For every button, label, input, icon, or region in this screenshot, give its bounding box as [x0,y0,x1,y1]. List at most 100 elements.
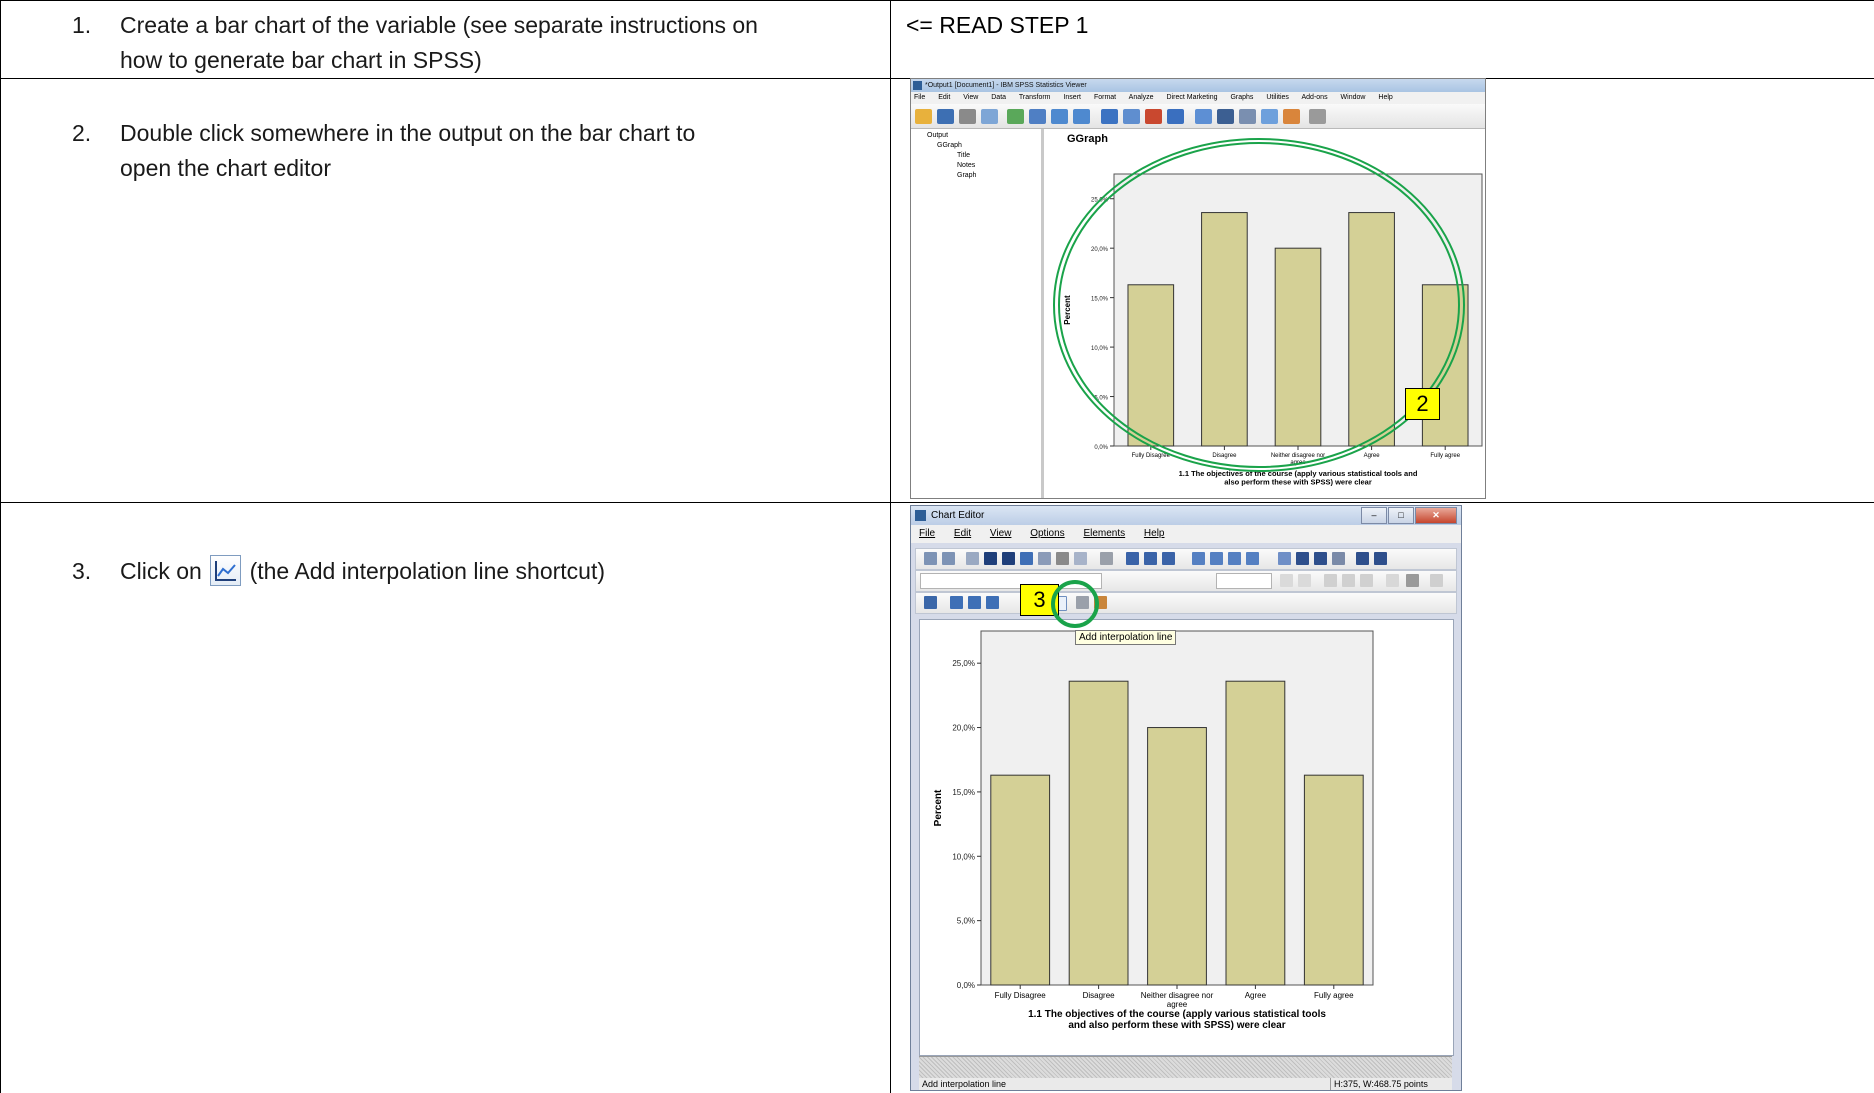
reference-line-eq-icon[interactable] [1162,552,1175,565]
redo-icon[interactable] [942,552,955,565]
menu-item[interactable]: Help [1378,94,1392,101]
menu-item[interactable]: Data [991,94,1006,101]
chart-editor-icon [915,510,926,521]
show-icon[interactable] [1261,109,1278,124]
menu-item[interactable]: Help [1144,528,1165,539]
menu-item[interactable]: Edit [938,94,950,101]
select-icon[interactable] [1038,552,1051,565]
editor-toolbar-3 [915,592,1457,614]
menu-item[interactable]: Format [1094,94,1116,101]
bar-label-icon[interactable] [1356,552,1369,565]
tree-item[interactable]: GGraph [937,142,962,149]
goto-data-icon[interactable] [1101,109,1118,124]
open-icon[interactable] [915,109,932,124]
menu-item[interactable]: Window [1341,94,1366,101]
menu-item[interactable]: Options [1030,528,1064,539]
data-table-icon[interactable] [924,596,937,609]
tree-item[interactable]: Graph [957,172,976,179]
table-column-divider [890,0,891,1093]
editor-status-strip [919,1056,1452,1079]
menu-item[interactable]: File [919,528,935,539]
fill-color-icon[interactable] [1406,574,1419,587]
grid-icon[interactable] [1278,552,1291,565]
tree-item[interactable]: Notes [957,162,975,169]
menu-item[interactable]: Direct Marketing [1167,94,1218,101]
fill-icon[interactable] [1056,552,1069,565]
scale-icon[interactable] [1020,552,1033,565]
highlight-ellipse [1053,138,1465,472]
preview-icon[interactable] [981,109,998,124]
menu-item[interactable]: Insert [1063,94,1081,101]
line-style-icon[interactable] [1430,574,1443,587]
table-border-left [0,0,1,1093]
step-number: 3. [72,558,92,584]
print-icon[interactable] [959,109,976,124]
editor-bar-chart[interactable]: 0,0% 5,0% 10,0% 15,0% 20,0% 25,0% Percent Fully… [919,619,1452,1034]
close-icon[interactable]: ✕ [1415,507,1457,524]
scroll-icon[interactable] [1374,552,1387,565]
redo-icon[interactable] [1073,109,1090,124]
data-labels-icon[interactable] [1314,552,1327,565]
save-icon[interactable] [937,109,954,124]
menu-item[interactable]: Elements [1083,528,1125,539]
hide-icon[interactable] [1283,109,1300,124]
menu-item[interactable]: Add-ons [1302,94,1328,101]
lasso-icon[interactable] [1074,552,1087,565]
transpose-icon[interactable] [1332,552,1345,565]
properties-icon[interactable] [966,552,979,565]
text-color-icon[interactable] [1386,574,1399,587]
italic-icon[interactable] [1298,574,1311,587]
histogram-icon[interactable] [968,596,981,609]
size-dropdown[interactable] [1216,573,1272,589]
menu-item[interactable]: Transform [1019,94,1051,101]
tree-item[interactable]: Title [957,152,970,159]
variables-icon[interactable] [1145,109,1162,124]
menu-item[interactable]: View [990,528,1012,539]
goto-case-icon[interactable] [1123,109,1140,124]
promote-icon[interactable] [1195,109,1212,124]
step-text-line: Double click somewhere in the output on … [120,120,696,146]
reference-line-y-icon[interactable] [1144,552,1157,565]
interpolation-line-icon [210,555,242,586]
align-center-icon[interactable] [1342,574,1355,587]
reference-line-x-icon[interactable] [1126,552,1139,565]
app-icon [913,81,922,90]
maximize-icon[interactable]: □ [1388,507,1414,524]
export-icon[interactable] [1007,109,1024,124]
viewer-menubar: File Edit View Data Transform Insert For… [911,92,1485,104]
recall-icon[interactable] [1029,109,1046,124]
menu-item[interactable]: File [914,94,925,101]
undo-icon[interactable] [924,552,937,565]
x-tick-label: Agree [1245,991,1267,1000]
bold-icon[interactable] [1280,574,1293,587]
textbox-icon[interactable] [1228,552,1241,565]
text-box-icon[interactable] [1100,552,1113,565]
align-right-icon[interactable] [1360,574,1373,587]
table-border-top [0,0,1874,1]
insert-icon[interactable] [1309,109,1326,124]
bar-chart-icon[interactable] [950,596,963,609]
footnote-icon[interactable] [1246,552,1259,565]
menu-item[interactable]: Graphs [1230,94,1253,101]
menu-item[interactable]: Analyze [1129,94,1154,101]
window-controls: – □ ✕ [1361,507,1457,524]
x-axis-icon[interactable] [984,552,997,565]
tree-item[interactable]: Output [927,132,948,139]
editor-status-bar: Add interpolation line H:375, W:468.75 p… [919,1078,1452,1090]
menu-item[interactable]: Edit [954,528,971,539]
undo-icon[interactable] [1051,109,1068,124]
demote-icon[interactable] [1217,109,1234,124]
line-chart-icon[interactable] [986,596,999,609]
y-axis-icon[interactable] [1002,552,1015,565]
annotation-icon[interactable] [1210,552,1223,565]
menu-item[interactable]: Utilities [1266,94,1289,101]
align-left-icon[interactable] [1324,574,1337,587]
legend-icon[interactable] [1296,552,1309,565]
title-icon[interactable] [1192,552,1205,565]
chart-icon[interactable] [1167,109,1184,124]
expand-icon[interactable] [1239,109,1256,124]
menu-item[interactable]: View [963,94,978,101]
minimize-icon[interactable]: – [1361,507,1387,524]
bar [1225,680,1286,986]
x-tick-label: Neither disagree nor [1141,991,1214,1000]
